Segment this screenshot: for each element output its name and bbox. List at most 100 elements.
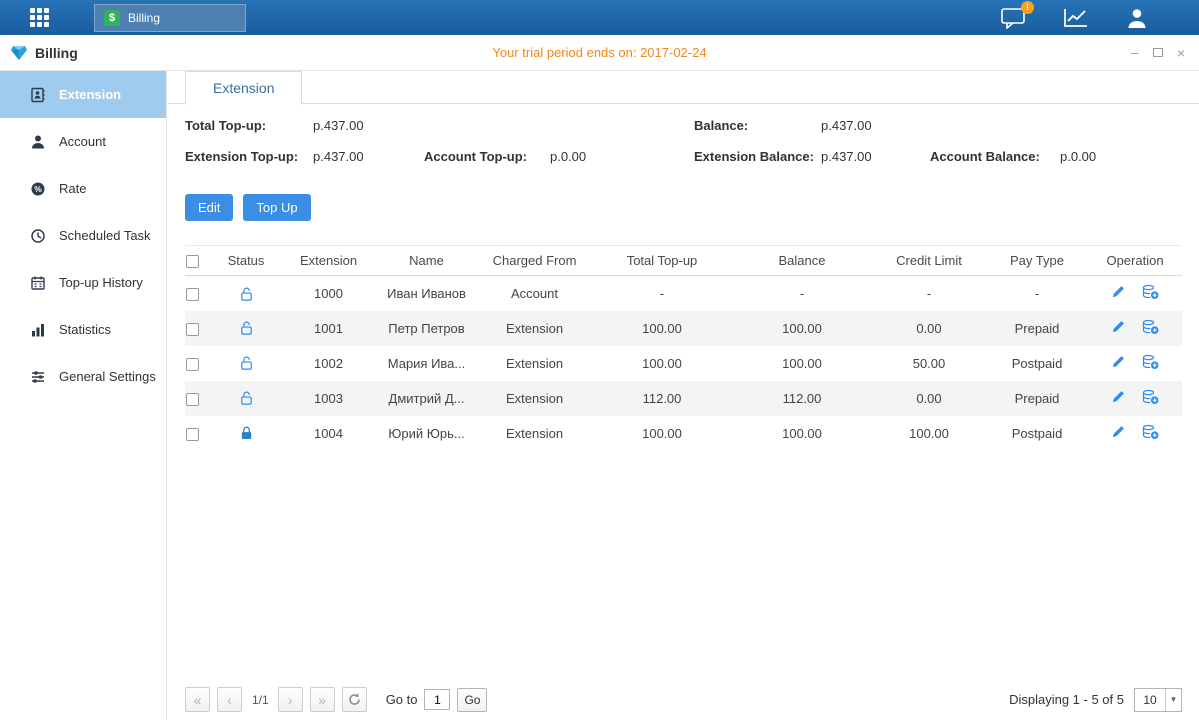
col-operation: Operation <box>1088 246 1182 276</box>
col-total-topup: Total Top-up <box>592 246 732 276</box>
prev-page-button[interactable]: ‹ <box>217 687 242 712</box>
app-title: Billing <box>10 45 78 61</box>
cell-total-topup: 100.00 <box>592 346 732 381</box>
chart-icon <box>1063 7 1089 29</box>
col-status: Status <box>211 246 281 276</box>
cell-balance: 100.00 <box>732 416 872 451</box>
unlocked-icon <box>239 285 254 300</box>
close-icon[interactable]: × <box>1177 46 1185 60</box>
maximize-icon[interactable] <box>1153 48 1163 57</box>
account-topup-label: Account Top-up: <box>424 149 527 164</box>
app-title-text: Billing <box>35 45 78 61</box>
general-settings-icon <box>29 369 46 385</box>
topup-icon[interactable] <box>1142 319 1159 338</box>
displaying-text: Displaying 1 - 5 of 5 <box>1009 692 1124 707</box>
cell-credit-limit: 50.00 <box>872 346 986 381</box>
first-page-button[interactable]: « <box>185 687 210 712</box>
col-pay-type: Pay Type <box>986 246 1088 276</box>
chevron-down-icon: ▼ <box>1165 689 1181 711</box>
cell-pay-type: - <box>986 276 1088 311</box>
sidebar-item-extension[interactable]: Extension <box>0 71 166 118</box>
topup-icon[interactable] <box>1142 284 1159 303</box>
goto-page-input[interactable] <box>424 689 450 710</box>
row-checkbox[interactable] <box>186 428 199 441</box>
top-app-bar: $ Billing ! <box>0 0 1199 35</box>
sidebar-item-topup-history[interactable]: Top-up History <box>0 259 166 306</box>
table-header-row: Status Extension Name Charged From Total… <box>185 246 1182 276</box>
cell-balance: - <box>732 276 872 311</box>
unlocked-icon <box>239 320 254 335</box>
pagination-bar: « ‹ 1/1 › » Go to Go Displaying 1 - 5 of… <box>185 687 1182 712</box>
sidebar-item-general-settings[interactable]: General Settings <box>0 353 166 400</box>
last-page-button[interactable]: » <box>310 687 335 712</box>
billing-tab-label: Billing <box>128 11 160 25</box>
row-checkbox[interactable] <box>186 323 199 336</box>
dollar-icon: $ <box>104 10 120 26</box>
select-all-checkbox[interactable] <box>186 255 199 268</box>
tab-extension[interactable]: Extension <box>185 71 302 105</box>
edit-icon[interactable] <box>1111 319 1126 337</box>
user-button[interactable] <box>1125 7 1149 29</box>
extension-table-body: 1000Иван ИвановAccount----1001Петр Петро… <box>185 276 1182 451</box>
page-size-select[interactable]: 10 ▼ <box>1134 688 1182 712</box>
cell-extension: 1002 <box>281 346 376 381</box>
cell-extension: 1000 <box>281 276 376 311</box>
sidebar-item-label: Rate <box>59 181 86 196</box>
pagination-right: Displaying 1 - 5 of 5 10 ▼ <box>1009 688 1182 712</box>
row-checkbox[interactable] <box>186 288 199 301</box>
edit-button[interactable]: Edit <box>185 194 233 221</box>
minimize-icon[interactable]: − <box>1131 46 1139 60</box>
billing-app-tab[interactable]: $ Billing <box>94 4 246 32</box>
sidebar-item-label: Top-up History <box>59 275 143 290</box>
table-row: 1000Иван ИвановAccount---- <box>185 276 1182 311</box>
sidebar-item-statistics[interactable]: Statistics <box>0 306 166 353</box>
locked-icon <box>239 425 254 440</box>
account-icon <box>29 134 46 150</box>
account-balance-value: p.0.00 <box>1060 149 1096 164</box>
trial-notice: Your trial period ends on: 2017-02-24 <box>0 45 1199 60</box>
edit-icon[interactable] <box>1111 424 1126 442</box>
cell-credit-limit: 0.00 <box>872 381 986 416</box>
page-indicator: 1/1 <box>252 693 269 707</box>
total-topup-label: Total Top-up: <box>185 118 266 133</box>
cell-pay-type: Postpaid <box>986 416 1088 451</box>
page-size-value: 10 <box>1135 689 1165 711</box>
cell-credit-limit: 100.00 <box>872 416 986 451</box>
cell-total-topup: 100.00 <box>592 311 732 346</box>
cell-balance: 100.00 <box>732 311 872 346</box>
topbar-icons: ! <box>1001 7 1149 29</box>
row-checkbox[interactable] <box>186 393 199 406</box>
edit-icon[interactable] <box>1111 389 1126 407</box>
edit-icon[interactable] <box>1111 354 1126 372</box>
user-icon <box>1125 7 1149 29</box>
cell-total-topup: 112.00 <box>592 381 732 416</box>
refresh-icon <box>348 693 361 706</box>
reports-button[interactable] <box>1063 7 1089 29</box>
top-up-button[interactable]: Top Up <box>243 194 310 221</box>
topup-icon[interactable] <box>1142 389 1159 408</box>
topup-icon[interactable] <box>1142 424 1159 443</box>
topup-icon[interactable] <box>1142 354 1159 373</box>
go-button[interactable]: Go <box>457 688 487 712</box>
sidebar-item-account[interactable]: Account <box>0 118 166 165</box>
table-row: 1004Юрий Юрь...Extension100.00100.00100.… <box>185 416 1182 451</box>
cell-pay-type: Prepaid <box>986 381 1088 416</box>
extension-balance-label: Extension Balance: <box>694 149 814 164</box>
col-balance: Balance <box>732 246 872 276</box>
edit-icon[interactable] <box>1111 284 1126 302</box>
next-page-icon: › <box>288 692 293 708</box>
billing-summary: Total Top-up: p.437.00 Balance: p.437.00… <box>185 104 1182 184</box>
messages-button[interactable]: ! <box>1001 7 1027 29</box>
sidebar: Extension Account % Rate Scheduled Task <box>0 71 167 720</box>
sidebar-item-rate[interactable]: % Rate <box>0 165 166 212</box>
refresh-button[interactable] <box>342 687 367 712</box>
next-page-button[interactable]: › <box>278 687 303 712</box>
extension-topup-value: p.437.00 <box>313 149 364 164</box>
apps-grid-icon[interactable] <box>30 8 49 27</box>
cell-name: Петр Петров <box>376 311 477 346</box>
notification-badge: ! <box>1021 1 1034 14</box>
sidebar-item-scheduled-task[interactable]: Scheduled Task <box>0 212 166 259</box>
cell-credit-limit: - <box>872 276 986 311</box>
row-checkbox[interactable] <box>186 358 199 371</box>
cell-pay-type: Postpaid <box>986 346 1088 381</box>
